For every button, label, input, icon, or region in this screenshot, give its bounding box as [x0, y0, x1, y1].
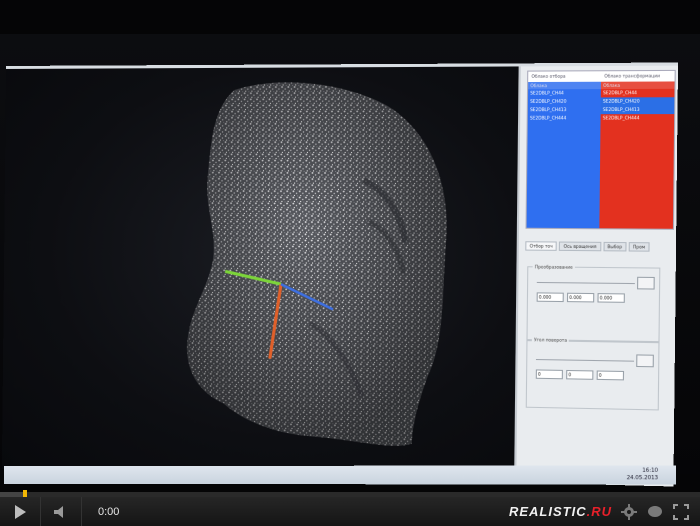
slider-track[interactable] [535, 358, 635, 362]
slider-track[interactable] [536, 281, 635, 285]
video-frame[interactable]: Облако отбора Облако трансформации Облак… [0, 0, 700, 492]
point-cloud [186, 81, 449, 447]
list-item[interactable]: SE2DBLP_CH420 [600, 97, 675, 106]
tab-rotation-axis[interactable]: Ось вращения [559, 241, 601, 252]
tab-misc[interactable]: Пром [628, 242, 650, 252]
captions-icon [648, 505, 662, 517]
player-controls: 0:00 REALISTIC.RU [0, 497, 700, 526]
list-item[interactable]: SE2DBLP_CH413 [528, 106, 601, 114]
brand-dot: .RU [586, 504, 612, 519]
value-field[interactable]: 0 [535, 369, 563, 380]
brand-main: REALISTIC [508, 504, 587, 519]
value-field[interactable]: 0.000 [536, 292, 564, 303]
taskbar-clock: 16:10 24.05.2013 [627, 468, 658, 483]
gear-icon [621, 503, 637, 520]
point-cloud-viewport[interactable] [1, 66, 519, 483]
volume-button[interactable] [41, 497, 82, 526]
list-item[interactable]: SE2DBLP_CH44 [601, 89, 675, 98]
group-label: Угол поворота [531, 337, 570, 343]
list-item[interactable]: SE2DBLP_CH413 [600, 105, 675, 115]
rotation-group: Угол поворота 0 0 0 [525, 337, 660, 411]
group-label: Преобразование [532, 264, 575, 270]
fullscreen-button[interactable] [672, 503, 690, 521]
col-right-title: Облако трансформации [604, 73, 660, 79]
value-field[interactable]: 0 [566, 369, 594, 380]
cloud-lists: Облако отбора Облако трансформации Облак… [525, 69, 676, 230]
tab-select-points[interactable]: Отбор точ [525, 241, 558, 251]
list-item[interactable]: SE2DBLP_CH444 [528, 114, 601, 122]
list-item[interactable]: SE2DBLP_CH444 [601, 114, 675, 122]
reset-button[interactable] [637, 276, 655, 290]
channel-brand[interactable]: REALISTIC.RU [509, 504, 612, 519]
target-cloud-list[interactable]: Облака SE2DBLP_CH44 SE2DBLP_CH420 SE2DBL… [599, 81, 675, 229]
monitor-screen: Облако отбора Облако трансформации Облак… [1, 62, 679, 487]
settings-button[interactable] [620, 503, 638, 521]
control-panel: Облако отбора Облако трансформации Облак… [514, 65, 679, 487]
transform-group: Преобразование 0.000 0.000 0.000 [526, 264, 661, 344]
value-field[interactable]: 0 [596, 370, 625, 381]
col-left-title: Облако отбора [531, 73, 566, 79]
clock-time: 16:10 [642, 467, 659, 474]
reset-button[interactable] [636, 354, 654, 368]
panel-tabs: Отбор точ Ось вращения Выбор Пром [525, 241, 650, 252]
current-time: 0:00 [98, 505, 120, 518]
value-field[interactable]: 0.000 [597, 293, 625, 303]
tab-selection[interactable]: Выбор [602, 241, 627, 252]
clock-date: 24.05.2013 [626, 475, 659, 482]
play-button[interactable] [0, 497, 41, 526]
value-field[interactable]: 0.000 [566, 292, 595, 303]
volume-icon [54, 505, 63, 518]
captions-button[interactable] [646, 503, 664, 521]
fullscreen-icon [673, 503, 689, 520]
source-cloud-list[interactable]: Облака SE2DBLP_CH44 SE2DBLP_CH420 SE2DBL… [526, 81, 601, 229]
play-icon [15, 504, 26, 519]
os-taskbar: 16:10 24.05.2013 [4, 465, 676, 485]
list-item[interactable]: SE2DBLP_CH420 [528, 97, 601, 106]
list-item[interactable]: SE2DBLP_CH44 [528, 89, 601, 98]
